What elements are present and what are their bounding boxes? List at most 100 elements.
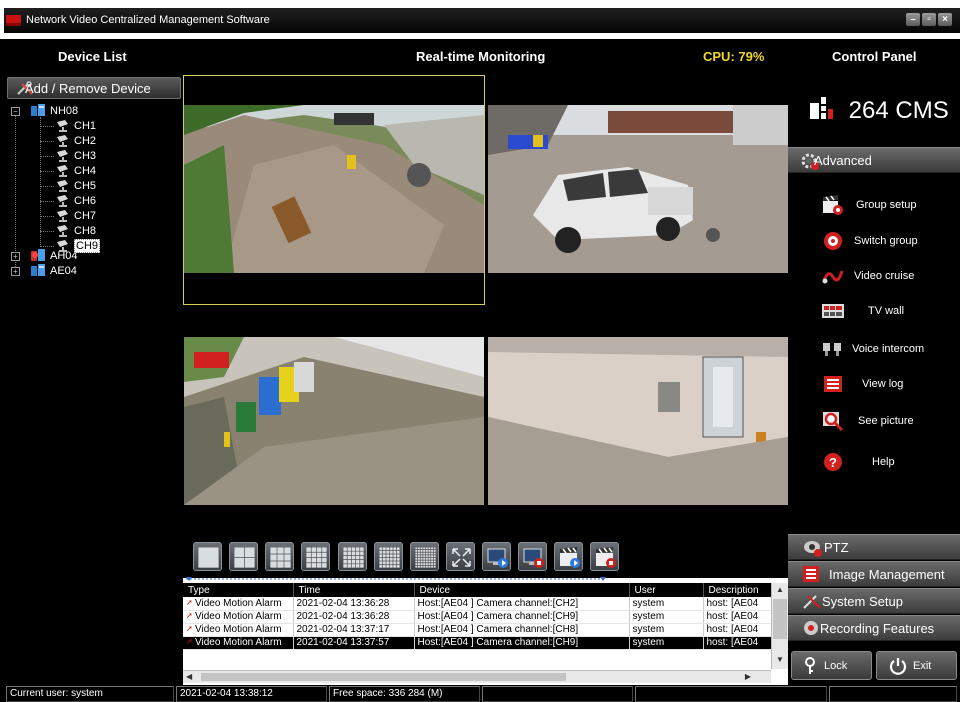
layout-16-button[interactable] xyxy=(301,542,330,571)
tree-channel[interactable]: CH6 xyxy=(74,194,96,208)
image-management-icon xyxy=(803,566,819,582)
camera-icon xyxy=(57,195,68,207)
dvr-device-icon xyxy=(31,104,45,116)
tree-channel[interactable]: CH4 xyxy=(74,164,96,178)
log-cell-device: Host:[AE04 ] Camera channel:[CH8] xyxy=(414,623,630,637)
layout-9-button[interactable] xyxy=(265,542,294,571)
log-row[interactable]: ➚ Video Motion Alarm 2021-02-04 13:36:28 Ho… xyxy=(183,597,772,611)
event-log-table: Type Time Device User Description ➚ Video… xyxy=(183,583,772,650)
image-management-button[interactable]: Image Management xyxy=(788,561,960,587)
log-col-description[interactable]: Description xyxy=(703,583,772,597)
video-pane-1[interactable] xyxy=(184,105,484,273)
alarm-icon: ➚ xyxy=(186,624,193,633)
lock-button[interactable]: Lock xyxy=(791,651,872,680)
camera-icon xyxy=(57,240,68,252)
tree-device-nh08[interactable]: NH08 xyxy=(50,104,78,118)
stop-all-video-button[interactable] xyxy=(518,542,547,571)
close-icon[interactable]: × xyxy=(938,13,952,26)
toolbar-scroll-indicator xyxy=(186,577,606,581)
tree-channel[interactable]: CH2 xyxy=(74,134,96,148)
ptz-section-header[interactable]: PTZ xyxy=(788,534,960,560)
log-col-time[interactable]: Time xyxy=(293,583,415,597)
log-col-device[interactable]: Device xyxy=(414,583,630,597)
status-current-user: Current user: system xyxy=(6,686,174,702)
layout-4-button[interactable] xyxy=(229,542,258,571)
layout-36-button[interactable] xyxy=(374,542,403,571)
logo: 264 CMS xyxy=(810,97,949,125)
log-col-user[interactable]: User xyxy=(629,583,704,597)
camera-icon xyxy=(57,135,68,147)
advanced-item-video-cruise[interactable]: Video cruise xyxy=(788,263,960,291)
tree-channel[interactable]: CH5 xyxy=(74,179,96,193)
log-col-type[interactable]: Type xyxy=(183,583,294,597)
tree-connector xyxy=(40,156,54,157)
tree-channel[interactable]: CH7 xyxy=(74,209,96,223)
layout-64-button[interactable] xyxy=(410,542,439,571)
start-all-video-button[interactable] xyxy=(482,542,511,571)
tree-channel[interactable]: CH1 xyxy=(74,119,96,133)
scroll-down-icon[interactable]: ▼ xyxy=(773,655,787,667)
log-row[interactable]: ➚ Video Motion Alarm 2021-02-04 13:36:28 Ho… xyxy=(183,610,772,624)
tree-connector xyxy=(40,141,54,142)
advanced-item-switch-group[interactable]: Switch group xyxy=(788,228,960,256)
advanced-item-help[interactable]: ? Help xyxy=(788,449,960,477)
log-vertical-scroll-thumb[interactable] xyxy=(773,599,787,639)
stop-record-all-button[interactable] xyxy=(590,542,619,571)
camera-icon xyxy=(57,225,68,237)
scroll-up-icon[interactable]: ▲ xyxy=(773,585,787,597)
log-cell-user: system xyxy=(629,610,704,624)
device-list-heading: Device List xyxy=(58,49,127,64)
advanced-item-group-setup[interactable]: Group setup xyxy=(788,192,960,220)
layout-1-button[interactable] xyxy=(193,542,222,571)
recording-features-label: Recording Features xyxy=(820,621,935,636)
status-cell-empty xyxy=(635,686,827,702)
log-horizontal-scroll-thumb[interactable] xyxy=(201,673,566,681)
scroll-left-icon[interactable]: ◀ xyxy=(186,672,192,681)
collapse-icon[interactable]: − xyxy=(11,107,20,116)
video-pane-3[interactable] xyxy=(184,337,484,505)
log-row[interactable]: ➚ Video Motion Alarm 2021-02-04 13:37:17 Ho… xyxy=(183,623,772,637)
recording-features-button[interactable]: Recording Features xyxy=(788,615,960,641)
recording-icon xyxy=(804,621,818,635)
advanced-section-header[interactable]: Advanced xyxy=(788,147,960,173)
layout-25-button[interactable] xyxy=(338,542,367,571)
scroll-right-icon[interactable]: ▶ xyxy=(745,672,751,681)
video-pane-4[interactable] xyxy=(488,337,788,505)
advanced-item-see-picture[interactable]: See picture xyxy=(788,408,960,436)
video-pane-2[interactable] xyxy=(488,105,788,273)
log-horizontal-scrollbar[interactable]: ◀ ▶ xyxy=(183,670,771,683)
tree-channel[interactable]: CH9 xyxy=(74,239,101,253)
expand-icon[interactable]: + xyxy=(11,252,20,261)
svg-text:?: ? xyxy=(829,455,837,470)
exit-button[interactable]: Exit xyxy=(876,651,957,680)
magnifier-icon xyxy=(823,412,844,432)
log-cell-type-label: Video Motion Alarm xyxy=(195,611,282,622)
advanced-item-view-log[interactable]: View log xyxy=(788,371,960,399)
key-icon xyxy=(805,657,815,674)
add-remove-device-button[interactable]: Add / Remove Device xyxy=(7,77,181,99)
restore-icon[interactable]: ▫ xyxy=(922,13,936,26)
layout-1-icon xyxy=(198,547,219,568)
layout-16-icon xyxy=(306,547,327,568)
tree-channel-label: CH5 xyxy=(74,180,97,192)
status-bar: Current user: system 2021-02-04 13:38:12… xyxy=(0,685,960,702)
system-setup-button[interactable]: System Setup xyxy=(788,588,960,614)
tree-channel[interactable]: CH8 xyxy=(74,224,96,238)
minimize-icon[interactable]: – xyxy=(906,13,920,26)
tree-channel[interactable]: CH3 xyxy=(74,149,96,163)
tree-device-ae04[interactable]: AE04 xyxy=(50,264,77,278)
tree-channel-label: CH2 xyxy=(74,135,97,147)
status-cell-empty xyxy=(829,686,957,702)
fullscreen-button[interactable] xyxy=(446,542,475,571)
log-row[interactable]: ➚ Video Motion Alarm 2021-02-04 13:37:57 Ho… xyxy=(183,636,772,650)
tree-connector xyxy=(15,113,16,273)
cruise-icon xyxy=(822,270,844,284)
record-all-button[interactable] xyxy=(554,542,583,571)
log-vertical-scrollbar[interactable]: ▲ ▼ xyxy=(771,583,788,669)
log-cell-device: Host:[AE04 ] Camera channel:[CH9] xyxy=(414,610,630,624)
tree-channel-label: CH4 xyxy=(74,165,97,177)
advanced-item-tv-wall[interactable]: TV wall xyxy=(788,298,960,326)
advanced-item-voice-intercom[interactable]: Voice intercom xyxy=(788,336,960,364)
expand-icon[interactable]: + xyxy=(11,267,20,276)
ptz-camera-icon xyxy=(804,541,822,557)
